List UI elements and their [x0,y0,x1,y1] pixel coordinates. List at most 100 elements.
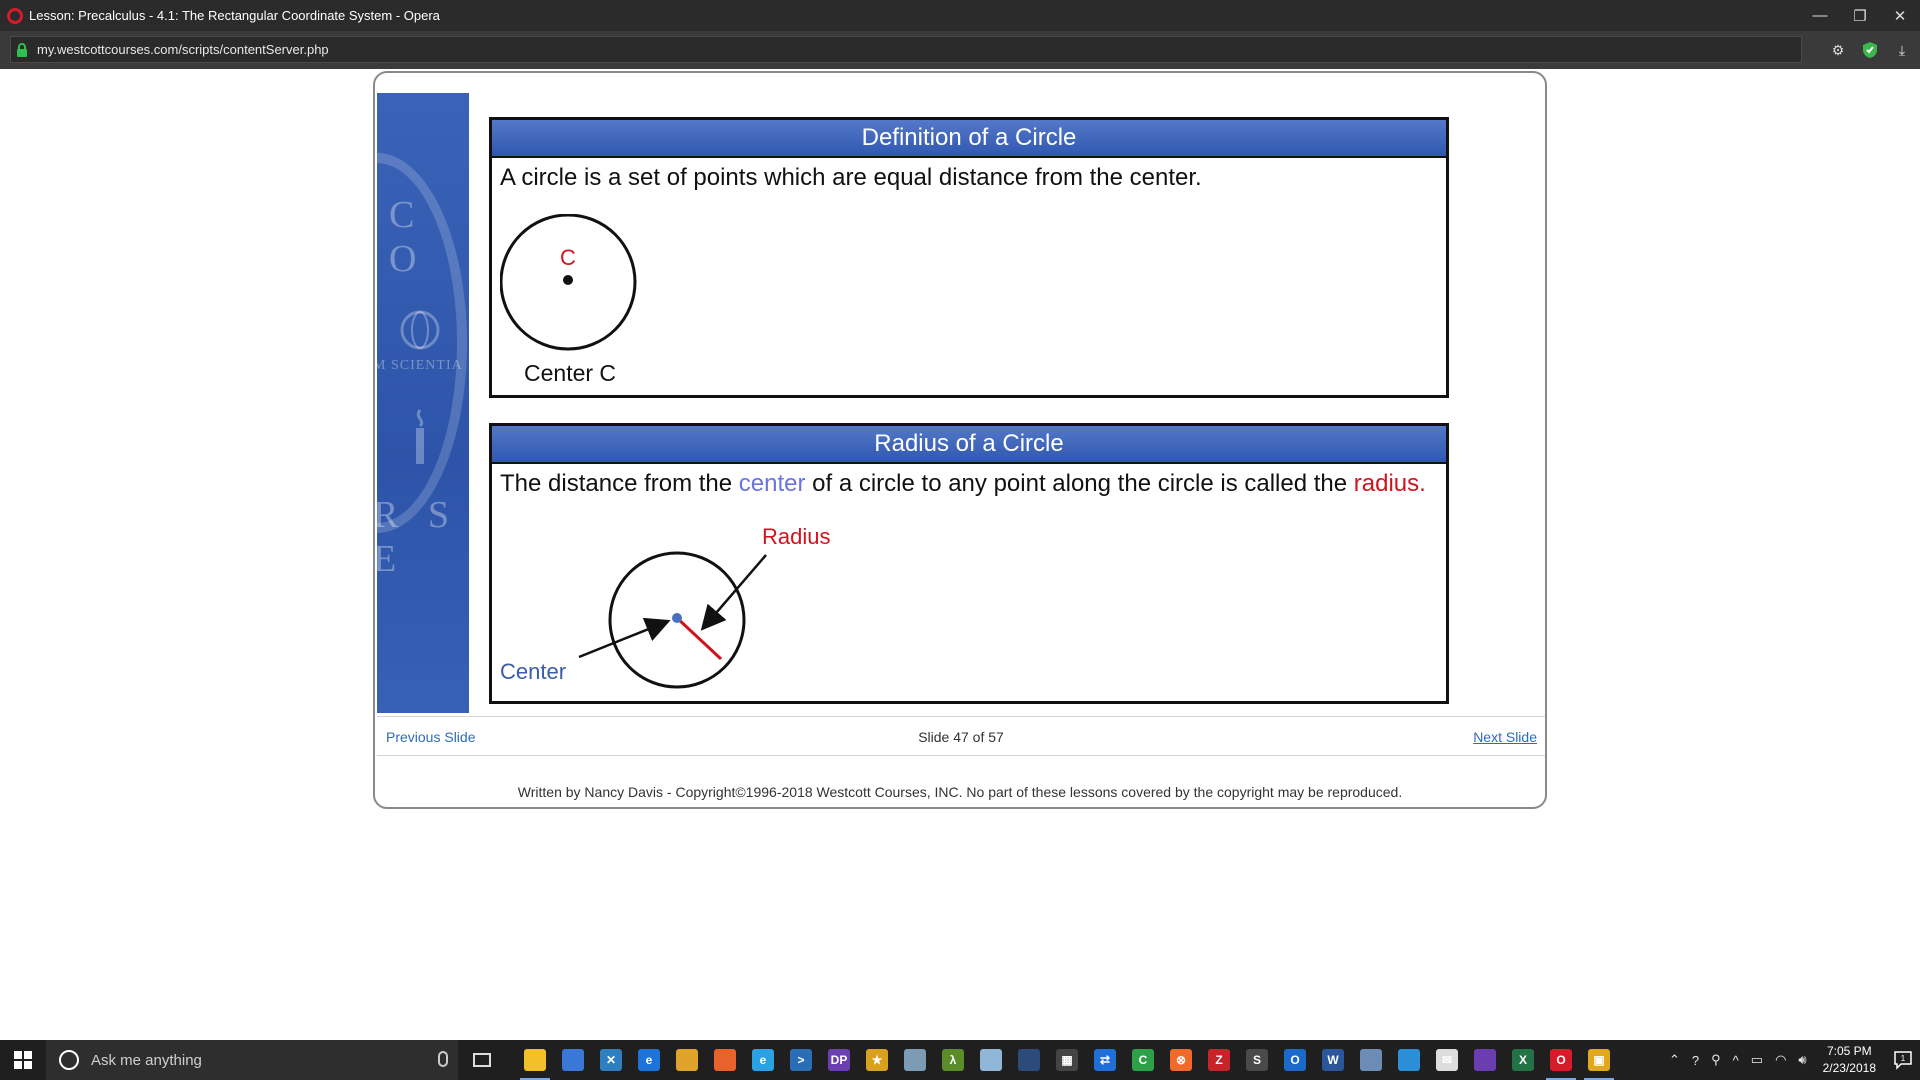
lesson-frame: C O M SCIENTIA R S E Definition of a Cir… [373,71,1547,809]
help-icon[interactable]: ? [1692,1053,1699,1068]
action-center-button[interactable]: 1 [1886,1040,1920,1080]
radius-line [675,616,723,661]
taskbar-app-media[interactable] [1010,1040,1048,1080]
torch-emblem-icon [416,409,424,464]
taskbar-app-ie[interactable]: e [744,1040,782,1080]
definition-heading: Definition of a Circle [492,120,1446,158]
taskbar-app-camtasia[interactable]: C [1124,1040,1162,1080]
definition-panel: Definition of a Circle A circle is a set… [489,117,1449,398]
taskbar-app-chrome[interactable] [668,1040,706,1080]
taskbar-app-network[interactable] [1352,1040,1390,1080]
seal-text-bottom: R S E [377,494,459,580]
circle-diagram [500,214,637,351]
url-field[interactable]: my.westcottcourses.com/scripts/contentSe… [10,36,1802,63]
clock-time: 7:05 PM [1826,1044,1872,1058]
taskbar-app-word[interactable]: W [1314,1040,1352,1080]
taskbar-app-star[interactable]: ★ [858,1040,896,1080]
seal-text-top: C O [389,194,427,280]
notification-icon: 1 [1894,1051,1912,1070]
taskbar-app-teamviewer[interactable]: ⇄ [1086,1040,1124,1080]
clock[interactable]: 7:05 PM 2/23/2018 [1823,1043,1876,1077]
task-view-icon [473,1053,491,1067]
taskbar-app-vs-code[interactable]: ✕ [592,1040,630,1080]
radius-arrow [700,554,767,631]
camtasia-icon: C [1132,1049,1154,1071]
battery-icon[interactable]: ▭ [1751,1052,1763,1068]
search-placeholder: Ask me anything [91,1051,202,1069]
task-view-button[interactable] [458,1040,506,1080]
address-bar: my.westcottcourses.com/scripts/contentSe… [0,31,1920,69]
url-text: my.westcottcourses.com/scripts/contentSe… [37,42,329,57]
svg-text:1: 1 [1901,1054,1906,1063]
clock-date: 2/23/2018 [1822,1061,1876,1075]
taskbar-app-slides[interactable]: ▣ [1580,1040,1618,1080]
remote-desktop-icon [1398,1049,1420,1071]
slides-icon: ▣ [1588,1049,1610,1071]
radius-center-point [672,613,682,623]
microphone-icon[interactable] [438,1051,448,1067]
taskbar-app-lambda[interactable]: λ [934,1040,972,1080]
taskbar-app-excel[interactable]: X [1504,1040,1542,1080]
vpn-shield-icon[interactable] [1860,40,1880,60]
taskbar-app-xampp[interactable]: ⊗ [1162,1040,1200,1080]
radius-diagram [578,551,767,689]
teamviewer-icon: ⇄ [1094,1049,1116,1071]
filezilla-icon: Z [1208,1049,1230,1071]
taskbar-app-opera-taskbar[interactable]: O [1542,1040,1580,1080]
windows-logo-icon [14,1051,32,1069]
media-icon [1018,1049,1040,1071]
taskbar-app-file-explorer[interactable] [516,1040,554,1080]
sublime-icon: S [1246,1049,1268,1071]
paper-icon [980,1049,1002,1071]
calculator-icon: ▦ [1056,1049,1078,1071]
cortana-search[interactable]: Ask me anything [46,1040,458,1080]
taskbar-app-powershell[interactable]: > [782,1040,820,1080]
decorative-seal-band: C O M SCIENTIA R S E [377,93,469,713]
ie-icon: e [752,1049,774,1071]
file-explorer-icon [524,1049,546,1071]
dp-icon: DP [828,1049,850,1071]
wifi-icon[interactable]: ◠ [1775,1052,1786,1068]
start-button[interactable] [0,1040,46,1080]
cortana-icon [59,1050,79,1070]
download-icon[interactable]: ⤓ [1892,40,1912,60]
taskbar-app-sublime[interactable]: S [1238,1040,1276,1080]
close-button[interactable]: ✕ [1880,0,1920,31]
taskbar-app-dp[interactable]: DP [820,1040,858,1080]
taskbar-app-paper[interactable] [972,1040,1010,1080]
taskbar-app-satellite[interactable] [896,1040,934,1080]
definition-text: A circle is a set of points which are eq… [500,164,1202,191]
opera-taskbar-icon: O [1550,1049,1572,1071]
taskbar-app-edge[interactable]: e [630,1040,668,1080]
center-label: Center [500,659,567,684]
lock-icon [15,42,29,58]
outlook-icon: O [1284,1049,1306,1071]
window-controls: — ❐ ✕ [1800,0,1920,31]
taskbar-app-mail[interactable]: ✉ [1428,1040,1466,1080]
word-icon: W [1322,1049,1344,1071]
copyright-text: Written by Nancy Davis - Copyright©1996-… [517,784,1403,800]
tray-overflow-chevron-icon[interactable]: ⌃ [1669,1052,1680,1068]
globe-emblem-icon [400,310,440,350]
taskbar-app-store[interactable] [554,1040,592,1080]
restore-button[interactable]: ❐ [1840,0,1880,31]
taskbar-app-remote-desktop[interactable] [1390,1040,1428,1080]
taskbar-app-filezilla[interactable]: Z [1200,1040,1238,1080]
next-slide-link[interactable]: Next Slide [1473,729,1537,745]
settings-gear-icon[interactable]: ⚙ [1828,40,1848,60]
taskbar-app-calculator[interactable]: ▦ [1048,1040,1086,1080]
definition-body: A circle is a set of points which are eq… [492,158,1446,396]
chrome-icon [676,1049,698,1071]
taskbar-app-firefox[interactable] [706,1040,744,1080]
mail-icon: ✉ [1436,1049,1458,1071]
minimize-button[interactable]: — [1800,0,1840,31]
slide-navigation: Previous Slide Slide 47 of 57 Next Slide [377,716,1545,756]
volume-icon[interactable]: 🔊︎ [1798,1052,1806,1068]
center-caption: Center C [524,360,617,386]
taskbar-app-outlook[interactable]: O [1276,1040,1314,1080]
taskbar-app-visual-studio[interactable] [1466,1040,1504,1080]
store-icon [562,1049,584,1071]
opera-logo-icon [7,7,23,24]
people-icon[interactable]: ⚲ [1711,1052,1721,1068]
show-hidden-icons-icon[interactable]: ^ [1733,1053,1739,1068]
